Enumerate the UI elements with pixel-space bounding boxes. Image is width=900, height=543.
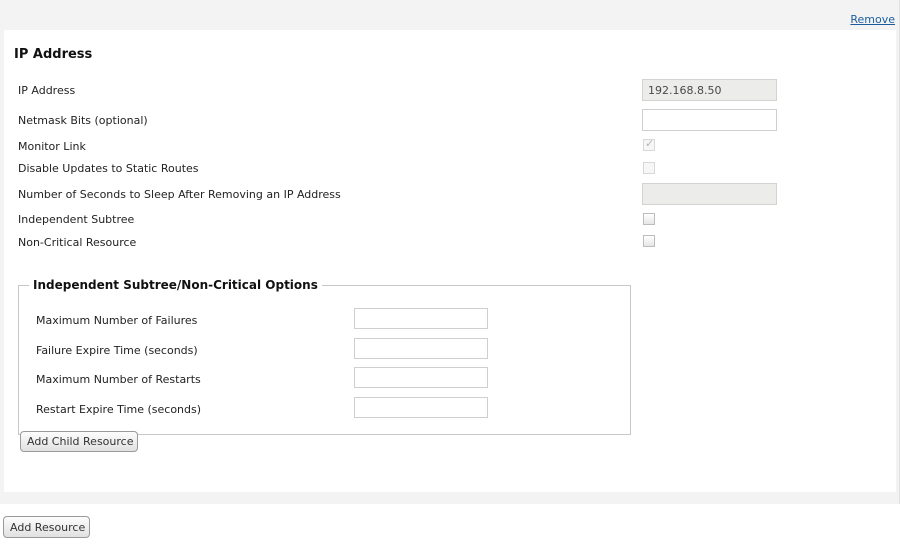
netmask-bits-input[interactable]: [642, 109, 777, 131]
independent-subtree-checkbox[interactable]: [643, 213, 655, 225]
add-resource-button[interactable]: Add Resource: [3, 516, 90, 538]
monitor-link-label: Monitor Link: [18, 140, 86, 153]
resource-form: IP Address IP Address Netmask Bits (opti…: [4, 30, 896, 492]
sleep-seconds-label: Number of Seconds to Sleep After Removin…: [18, 188, 341, 201]
add-child-resource-button[interactable]: Add Child Resource: [20, 431, 138, 452]
ip-address-label: IP Address: [18, 84, 76, 97]
resource-panel: Remove IP Address IP Address Netmask Bit…: [0, 0, 900, 504]
failure-expire-label: Failure Expire Time (seconds): [36, 344, 198, 357]
ip-address-input: [642, 79, 777, 101]
max-restarts-input[interactable]: [354, 367, 488, 388]
failure-expire-input[interactable]: [354, 338, 488, 359]
restart-expire-input[interactable]: [354, 397, 488, 418]
monitor-link-checkbox: ✓: [643, 137, 655, 151]
max-failures-label: Maximum Number of Failures: [36, 314, 198, 327]
disable-updates-label: Disable Updates to Static Routes: [18, 162, 199, 175]
options-legend: Independent Subtree/Non-Critical Options: [29, 278, 322, 292]
non-critical-checkbox[interactable]: [643, 235, 655, 247]
max-restarts-label: Maximum Number of Restarts: [36, 373, 201, 386]
disable-updates-checkbox: [643, 162, 655, 174]
netmask-bits-label: Netmask Bits (optional): [18, 114, 148, 127]
check-icon: ✓: [645, 137, 655, 150]
sleep-seconds-input: [642, 183, 777, 205]
non-critical-label: Non-Critical Resource: [18, 236, 137, 249]
max-failures-input[interactable]: [354, 308, 488, 329]
independent-subtree-label: Independent Subtree: [18, 213, 135, 226]
section-title: IP Address: [14, 47, 93, 62]
restart-expire-label: Restart Expire Time (seconds): [36, 403, 202, 416]
options-fieldset: Independent Subtree/Non-Critical Options…: [18, 278, 631, 435]
remove-link[interactable]: Remove: [850, 13, 895, 26]
